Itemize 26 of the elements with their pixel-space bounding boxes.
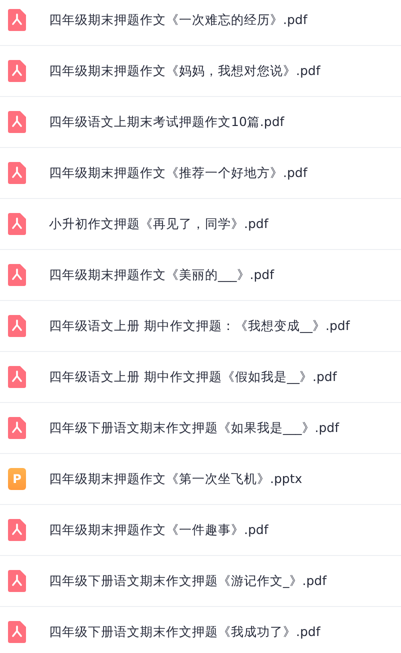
- pdf-file-icon: [8, 315, 26, 337]
- pdf-file-icon: [8, 519, 26, 541]
- file-name[interactable]: 四年级期末押题作文《推荐一个好地方》.pdf: [49, 164, 308, 182]
- pdf-file-icon: [8, 366, 26, 388]
- file-name[interactable]: 四年级期末押题作文《第一次坐飞机》.pptx: [49, 470, 302, 488]
- file-name[interactable]: 四年级期末押题作文《美丽的___》.pdf: [49, 266, 274, 284]
- file-name[interactable]: 四年级语文上册 期中作文押题：《我想变成__》.pdf: [49, 318, 350, 334]
- file-name[interactable]: 小升初作文押题《再见了，同学》.pdf: [49, 216, 268, 232]
- file-name[interactable]: 四年级语文上册 期中作文押题《假如我是__》.pdf: [49, 368, 337, 386]
- pdf-file-icon: [8, 570, 26, 592]
- file-name[interactable]: 四年级下册语文期末作文押题《我成功了》.pdf: [49, 624, 320, 640]
- file-name[interactable]: 四年级期末押题作文《妈妈，我想对您说》.pdf: [49, 62, 320, 80]
- file-name[interactable]: 四年级下册语文期末作文押题《游记作文_》.pdf: [49, 572, 326, 590]
- file-name[interactable]: 四年级期末押题作文《一次难忘的经历》.pdf: [49, 12, 308, 28]
- pdf-file-icon: [8, 162, 26, 184]
- pdf-file-icon: [8, 621, 26, 643]
- pdf-file-icon: [8, 60, 26, 82]
- file-name[interactable]: 四年级期末押题作文《一件趣事》.pdf: [49, 522, 268, 538]
- pdf-file-icon: [8, 9, 26, 31]
- pdf-file-icon: [8, 111, 26, 133]
- pdf-file-icon: [8, 213, 26, 235]
- presentation-file-icon: P: [8, 468, 26, 490]
- pdf-file-icon: [8, 417, 26, 439]
- file-name[interactable]: 四年级下册语文期末作文押题《如果我是___》.pdf: [49, 420, 339, 436]
- file-name[interactable]: 四年级语文上期末考试押题作文10篇.pdf: [49, 114, 284, 130]
- pdf-file-icon: [8, 264, 26, 286]
